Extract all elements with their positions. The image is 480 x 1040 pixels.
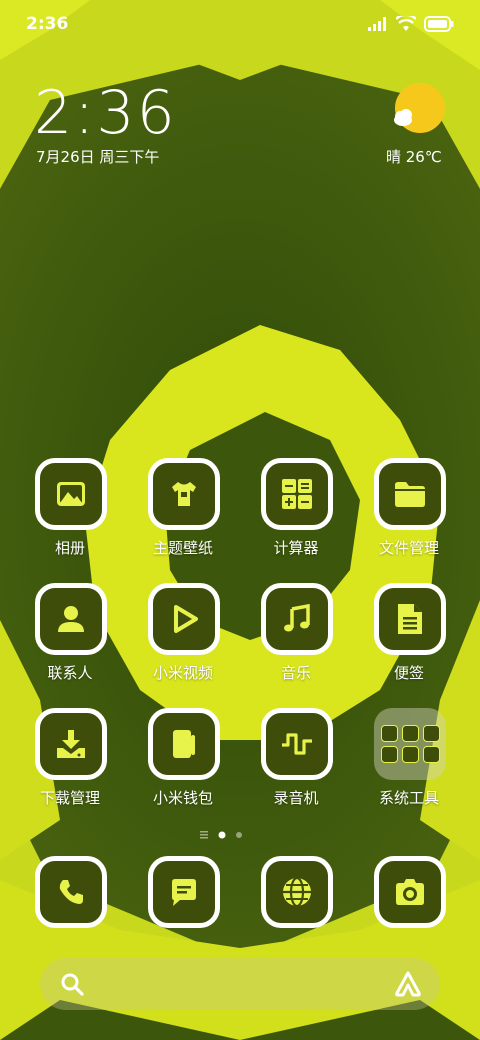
app-mi-wallet[interactable]: 小米钱包 bbox=[128, 708, 238, 818]
note-icon bbox=[398, 604, 422, 634]
app-tile bbox=[35, 458, 107, 530]
weather-text[interactable]: 晴 26℃ bbox=[386, 146, 442, 167]
folder-icon bbox=[395, 482, 425, 507]
wave-icon bbox=[380, 746, 398, 763]
contact-icon bbox=[58, 606, 84, 632]
app-tile bbox=[261, 708, 333, 780]
app-mi-video[interactable]: 小米视频 bbox=[128, 583, 238, 693]
app-tile bbox=[35, 583, 107, 655]
app-label: 文件管理 bbox=[378, 539, 439, 557]
app-tile bbox=[148, 458, 220, 530]
play-icon bbox=[174, 605, 198, 633]
dock-phone[interactable] bbox=[15, 856, 125, 966]
app-downloads[interactable]: 下载管理 bbox=[15, 708, 125, 818]
image-icon bbox=[422, 746, 440, 763]
app-tile bbox=[148, 583, 220, 655]
app-recorder[interactable]: 录音机 bbox=[241, 708, 351, 818]
app-contacts[interactable]: 联系人 bbox=[15, 583, 125, 693]
gallery-icon bbox=[57, 482, 85, 506]
app-label: 计算器 bbox=[273, 539, 319, 557]
status-time: 2:36 bbox=[26, 14, 69, 34]
dock-messages[interactable] bbox=[128, 856, 238, 966]
app-tile bbox=[261, 856, 333, 928]
app-tile bbox=[374, 458, 446, 530]
folder-group-icon bbox=[374, 708, 446, 780]
app-tile bbox=[374, 856, 446, 928]
app-tile bbox=[261, 458, 333, 530]
music-note-icon bbox=[284, 603, 310, 632]
app-tile bbox=[261, 583, 333, 655]
app-label: 主题壁纸 bbox=[152, 539, 213, 557]
app-label: 相册 bbox=[54, 539, 85, 557]
app-folder-system-tools[interactable]: 系统工具 bbox=[354, 708, 464, 818]
app-label: 小米视频 bbox=[152, 664, 213, 682]
app-tile bbox=[148, 856, 220, 928]
battery-icon bbox=[424, 16, 454, 32]
status-bar: 2:36 bbox=[0, 0, 480, 48]
clock-icon bbox=[401, 746, 419, 763]
app-label: 录音机 bbox=[273, 789, 319, 807]
clock-time[interactable]: 2:36 bbox=[34, 78, 177, 148]
phone-icon bbox=[59, 880, 83, 904]
app-label: 系统工具 bbox=[378, 789, 439, 807]
app-notes[interactable]: 便签 bbox=[354, 583, 464, 693]
search-bar[interactable] bbox=[40, 958, 440, 1010]
search-icon bbox=[61, 973, 84, 996]
download-icon bbox=[57, 730, 85, 758]
app-label: 下载管理 bbox=[39, 789, 100, 807]
page-dot bbox=[236, 832, 242, 838]
app-music[interactable]: 音乐 bbox=[241, 583, 351, 693]
assistant-icon[interactable] bbox=[394, 970, 422, 998]
app-tile bbox=[35, 856, 107, 928]
app-calculator[interactable]: 计算器 bbox=[241, 458, 351, 568]
app-label: 便签 bbox=[393, 664, 424, 682]
browser-icon bbox=[283, 876, 311, 908]
wifi-icon bbox=[396, 16, 416, 31]
screen-recorder-icon bbox=[401, 725, 419, 742]
scan-icon bbox=[380, 725, 398, 742]
calculator-icon bbox=[282, 479, 312, 509]
waveform-icon bbox=[282, 733, 312, 755]
user-icon bbox=[422, 725, 440, 742]
tshirt-icon bbox=[172, 482, 196, 506]
wallet-icon bbox=[173, 730, 195, 758]
status-icons bbox=[368, 14, 454, 34]
clock-date[interactable]: 7月26日 周三下午 bbox=[36, 146, 159, 167]
app-tile bbox=[148, 708, 220, 780]
dock-browser[interactable] bbox=[241, 856, 351, 966]
sunny-cloud-icon[interactable] bbox=[388, 82, 448, 138]
app-themes[interactable]: 主题壁纸 bbox=[128, 458, 238, 568]
page-dot-active bbox=[218, 831, 226, 839]
page-indicator[interactable] bbox=[196, 828, 286, 842]
app-tile bbox=[35, 708, 107, 780]
message-icon bbox=[172, 879, 196, 906]
app-label: 小米钱包 bbox=[152, 789, 213, 807]
app-gallery[interactable]: 相册 bbox=[15, 458, 125, 568]
camera-icon bbox=[396, 879, 424, 905]
signal-icon bbox=[368, 17, 386, 31]
dock-camera[interactable] bbox=[354, 856, 464, 966]
app-label: 联系人 bbox=[47, 664, 93, 682]
app-tile bbox=[374, 583, 446, 655]
app-label: 音乐 bbox=[280, 664, 311, 682]
app-file-manager[interactable]: 文件管理 bbox=[354, 458, 464, 568]
